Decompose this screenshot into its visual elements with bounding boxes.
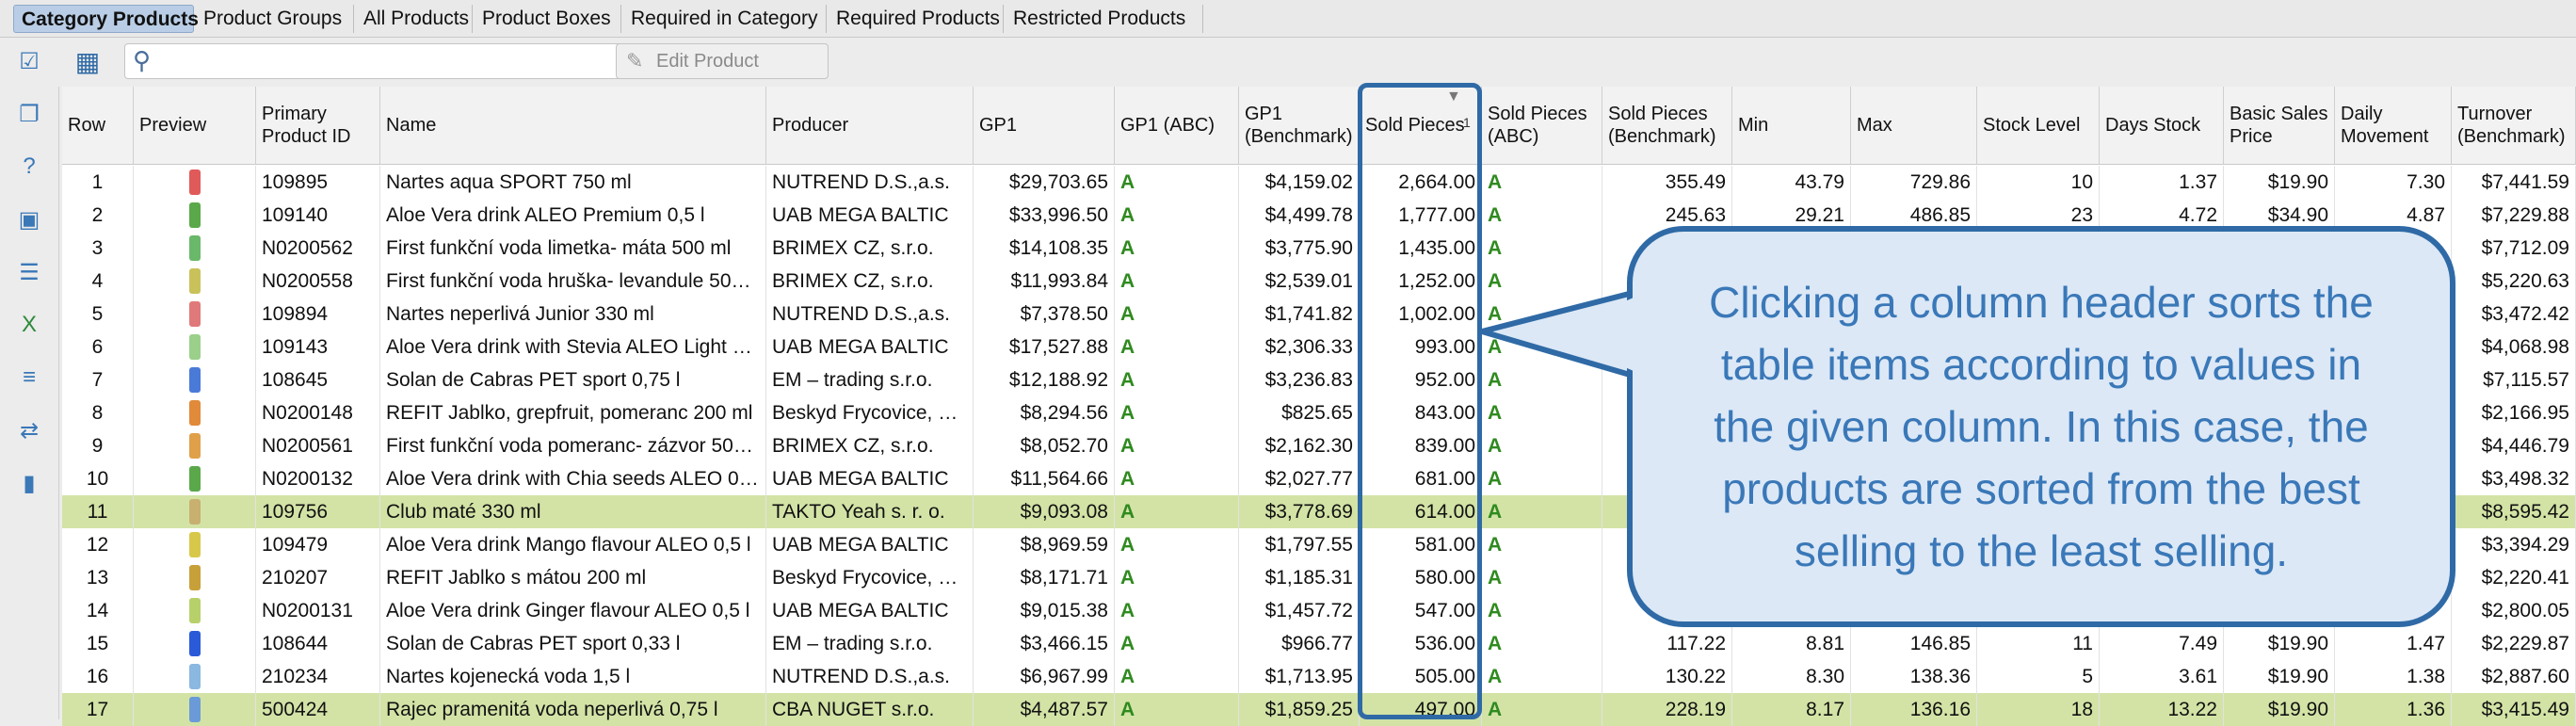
- callout-pointer-cover: [1625, 294, 1642, 375]
